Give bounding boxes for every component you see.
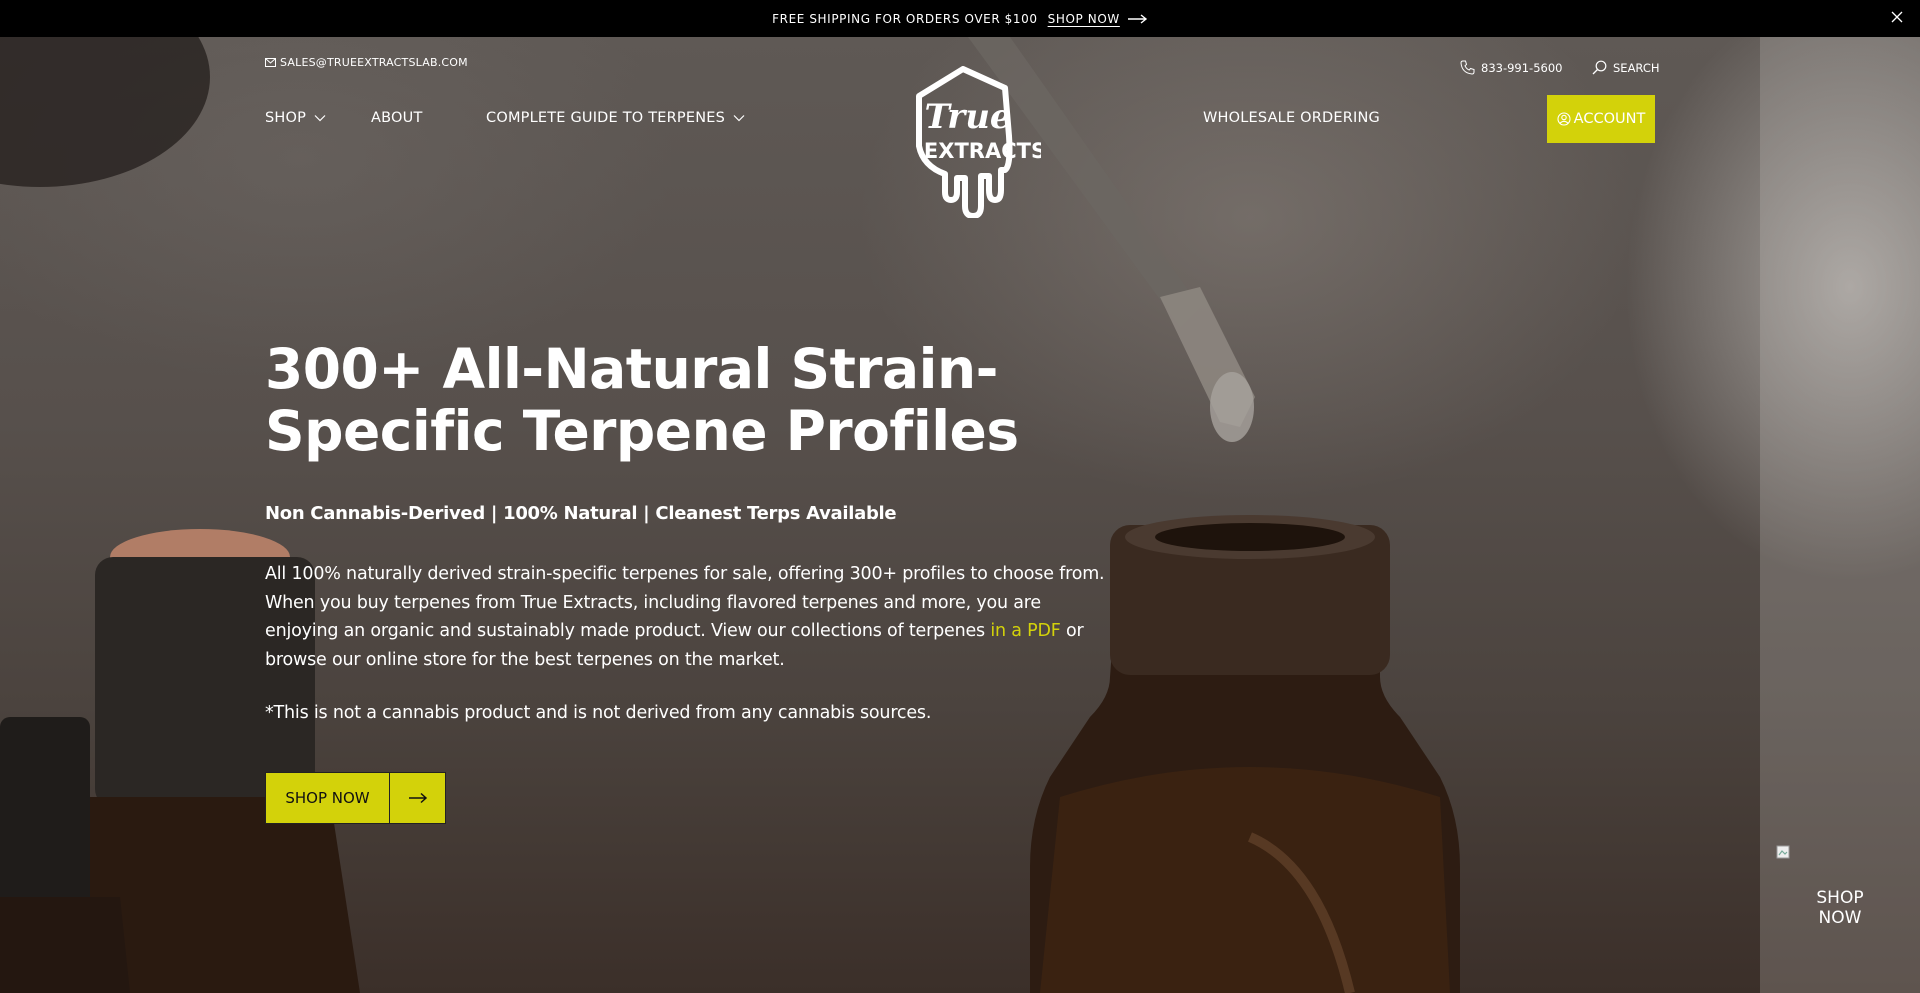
hero-description: All 100% naturally derived strain-specif…	[265, 560, 1105, 674]
true-extracts-logo[interactable]: True EXTRACTS	[905, 66, 1041, 218]
hero-subheading: Non Cannabis-Derived | 100% Natural | Cl…	[265, 503, 897, 524]
header-email-text: SALES@TRUEEXTRACTSLAB.COM	[280, 56, 468, 69]
arrow-right-icon[interactable]	[1127, 13, 1148, 24]
nav-item-wholesale[interactable]: WHOLESALE ORDERING	[1203, 110, 1380, 126]
nav-item-label: WHOLESALE ORDERING	[1203, 110, 1380, 126]
header-phone-text: 833-991-5600	[1481, 60, 1563, 75]
phone-icon	[1460, 60, 1475, 75]
hero-shop-now-button[interactable]: SHOP NOW	[265, 772, 446, 824]
pdf-link[interactable]: in a PDF	[990, 621, 1061, 641]
nav-item-label: ABOUT	[371, 110, 423, 126]
announcement-message: FREE SHIPPING FOR ORDERS OVER $100	[772, 11, 1038, 26]
chevron-down-icon	[314, 115, 326, 122]
announcement-bar: FREE SHIPPING FOR ORDERS OVER $100 SHOP …	[0, 0, 1920, 37]
envelope-icon	[265, 58, 276, 67]
hero-description-text: All 100% naturally derived strain-specif…	[265, 564, 1105, 641]
nav-item-shop[interactable]: SHOP	[265, 110, 326, 126]
user-circle-icon	[1557, 112, 1571, 126]
nav-item-about[interactable]: ABOUT	[371, 110, 423, 126]
floating-shop-now-link[interactable]: SHOP NOW	[1810, 888, 1870, 928]
account-label: ACCOUNT	[1573, 111, 1646, 127]
chevron-down-icon	[733, 115, 745, 122]
hero-headline: 300+ All-Natural Strain-Specific Terpene…	[265, 337, 1019, 463]
logo-word-true: True	[924, 97, 1011, 137]
header-search-label: SEARCH	[1613, 60, 1660, 75]
nav-item-label: SHOP	[265, 110, 307, 126]
logo-word-extracts: EXTRACTS	[924, 139, 1041, 163]
arrow-right-icon	[408, 792, 427, 804]
header-search-button[interactable]: SEARCH	[1592, 60, 1660, 75]
hero-disclaimer: *This is not a cannabis product and is n…	[265, 703, 932, 723]
account-button[interactable]: ACCOUNT	[1547, 95, 1655, 143]
shop-now-arrow	[390, 773, 445, 823]
header-email-link[interactable]: SALES@TRUEEXTRACTSLAB.COM	[265, 56, 468, 69]
search-icon	[1592, 60, 1607, 75]
nav-item-terpene-guide[interactable]: COMPLETE GUIDE TO TERPENES	[486, 110, 745, 126]
shop-now-label: SHOP NOW	[266, 773, 390, 823]
announcement-shop-now-link[interactable]: SHOP NOW	[1048, 12, 1120, 26]
header-phone-link[interactable]: 833-991-5600	[1460, 60, 1562, 75]
close-icon[interactable]	[1890, 10, 1904, 24]
broken-image-icon[interactable]	[1776, 845, 1792, 861]
nav-item-label: COMPLETE GUIDE TO TERPENES	[486, 110, 726, 126]
